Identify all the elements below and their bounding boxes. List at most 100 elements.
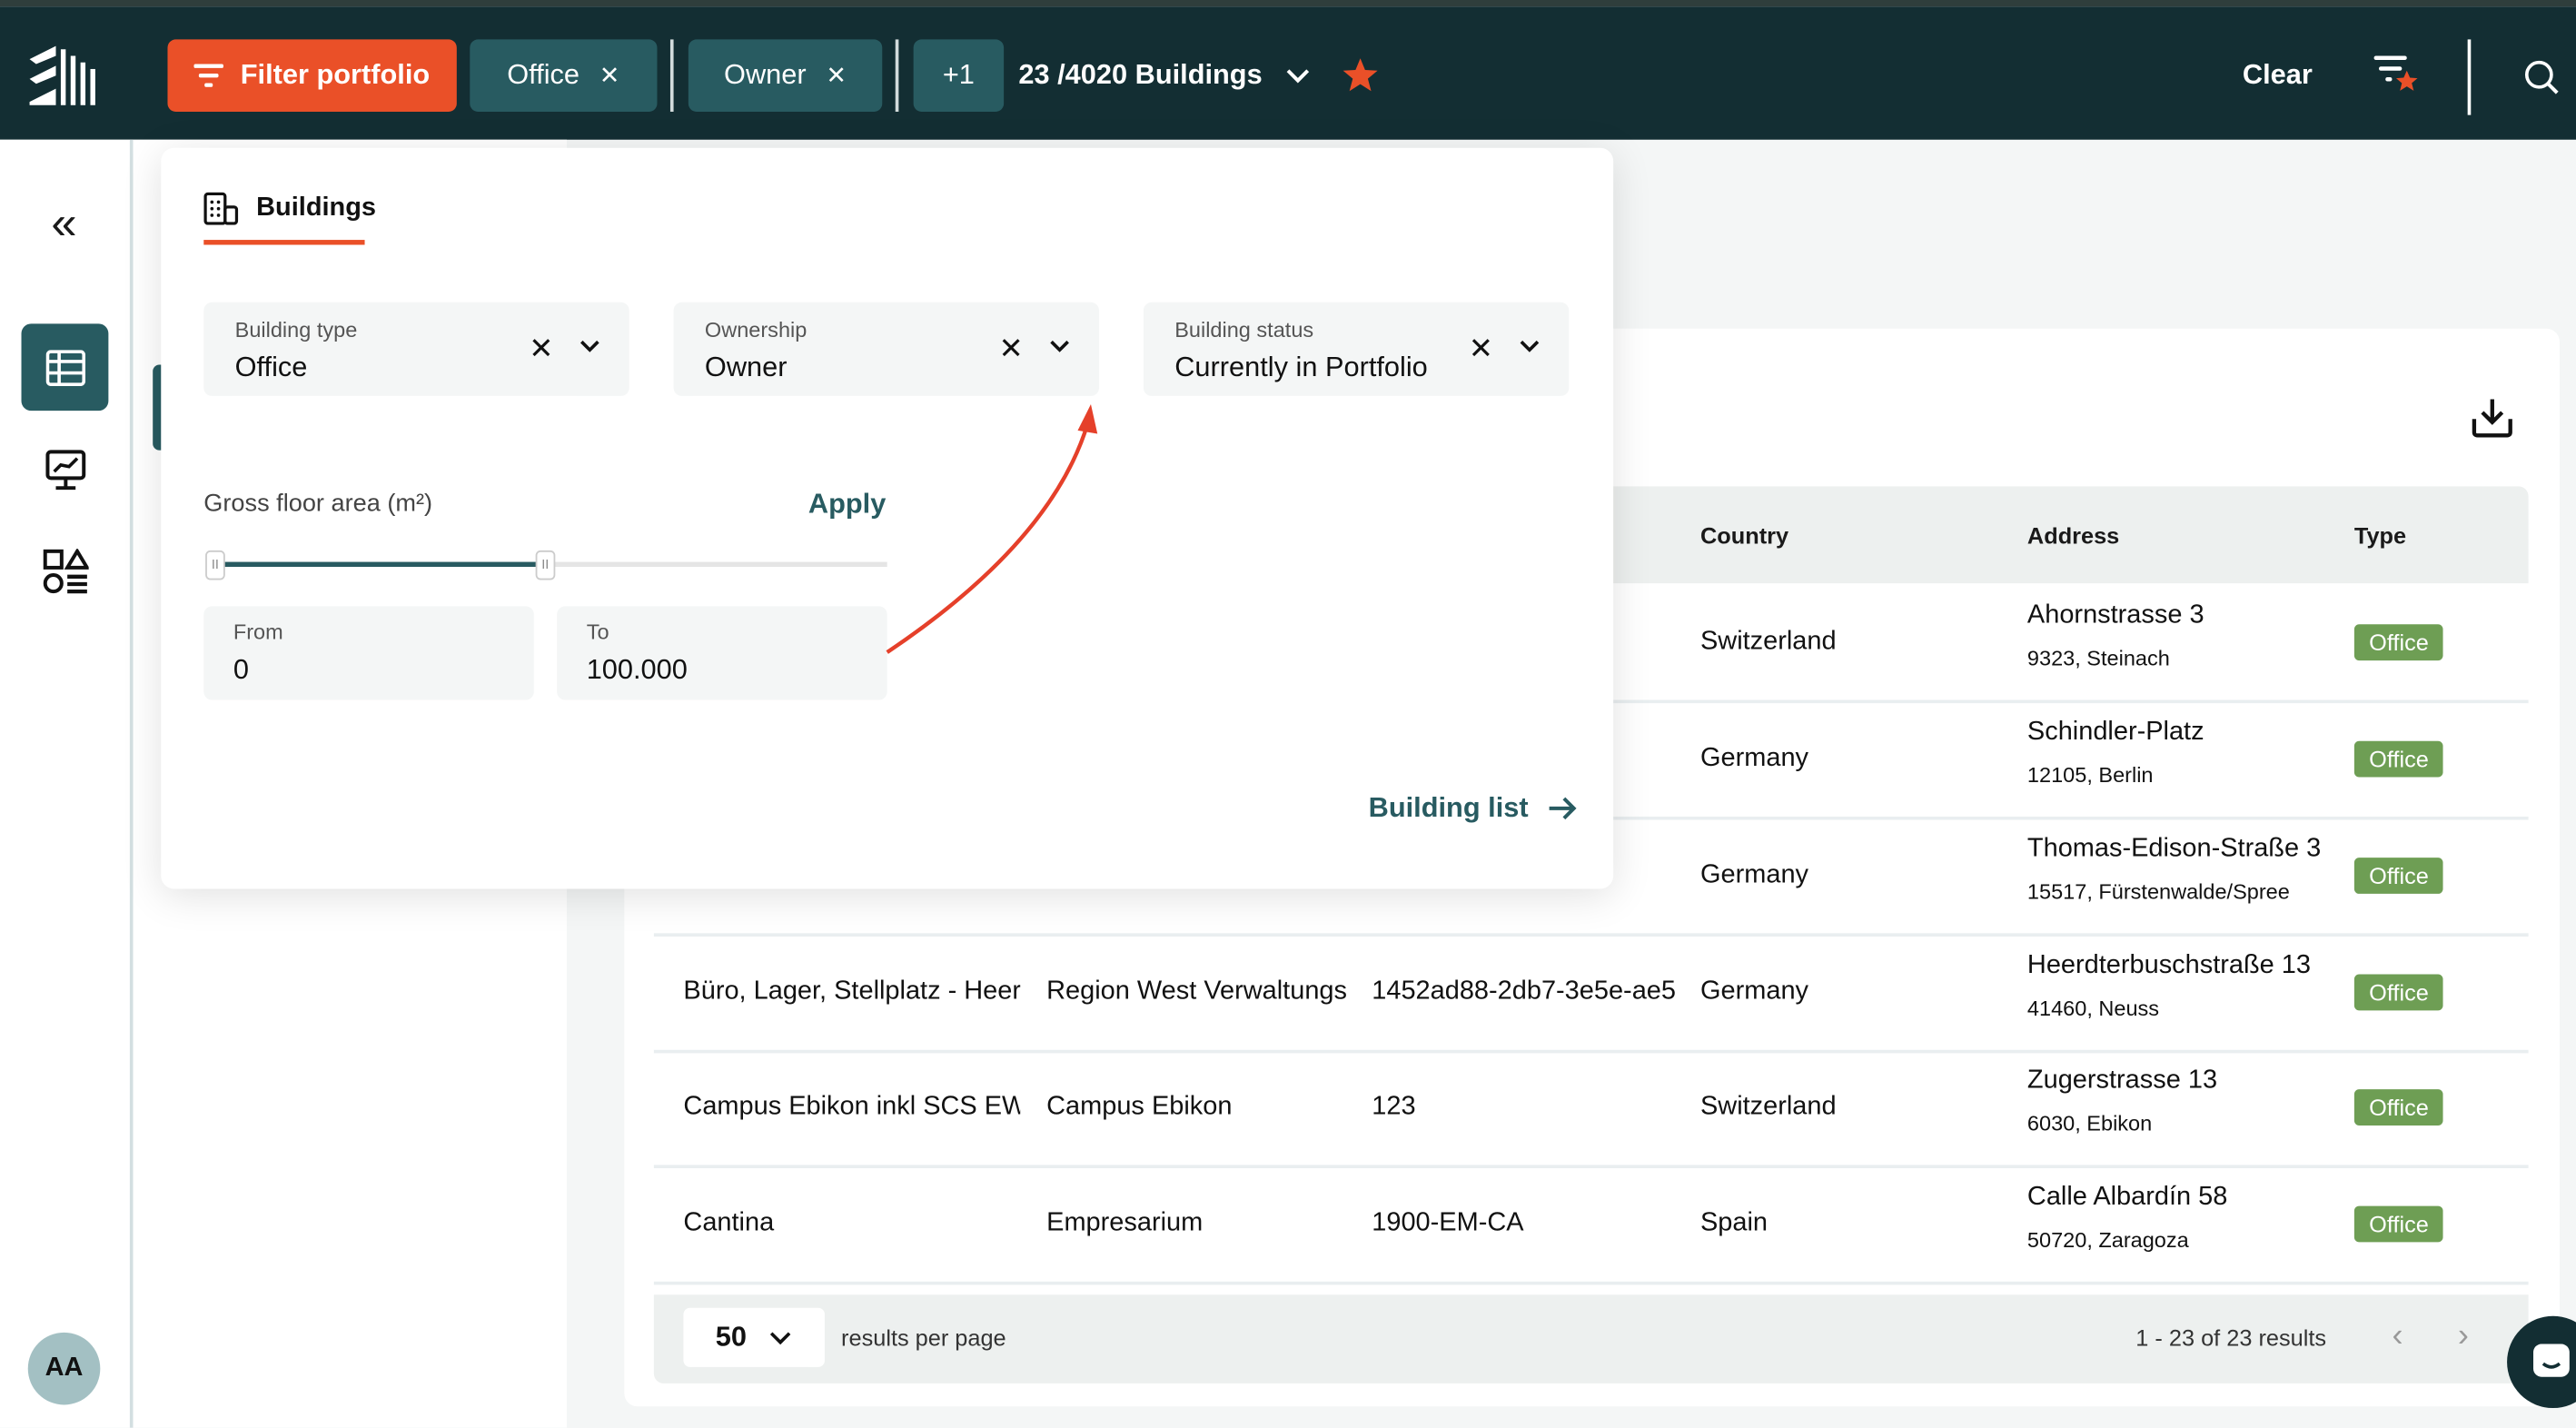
more-filters-chip[interactable]: +1: [913, 39, 1005, 112]
gfa-to-input[interactable]: To 100.000: [557, 606, 887, 700]
select-label: Ownership: [704, 317, 807, 342]
cell-address: Heerdterbuschstraße 13 41460, Neuss: [2027, 951, 2311, 1020]
cell-building-id: 123: [1372, 1092, 1416, 1121]
chevron-down-icon[interactable]: [1518, 335, 1541, 358]
column-header-address[interactable]: Address: [2027, 522, 2119, 549]
clear-selection-icon[interactable]: ✕: [529, 332, 553, 366]
type-badge: Office: [2353, 740, 2444, 778]
cell-building-id: 1452ad88-2db7-3e5e-ae5: [1372, 977, 1676, 1006]
slider-handle-max[interactable]: II: [535, 550, 556, 580]
filter-portfolio-label: Filter portfolio: [240, 59, 431, 91]
results-per-page-select[interactable]: 50: [683, 1307, 825, 1367]
input-label: From: [233, 619, 283, 645]
app-root: Filter portfolio Office ✕ Owner ✕ +1 23 …: [0, 0, 2576, 1428]
address-city: 41460, Neuss: [2026, 996, 2160, 1021]
table-row[interactable]: Cantina Empresarium 1900-EM-CA Spain Calle A…: [653, 1166, 2529, 1285]
cell-country: Germany: [1700, 977, 1809, 1006]
building-status-select[interactable]: Building status Currently in Portfolio ✕: [1143, 302, 1570, 396]
chat-icon: [2533, 1344, 2570, 1377]
collapse-sidebar-icon[interactable]: «: [43, 200, 85, 246]
type-badge: Office: [2353, 1089, 2444, 1126]
select-value: Office: [234, 352, 308, 383]
chip-label: Owner: [724, 59, 807, 91]
table-row[interactable]: Campus Ebikon inkl SCS EWG Campus Ebikon 1…: [653, 1050, 2529, 1168]
filter-icon: [194, 64, 224, 87]
arrow-right-icon: [1550, 797, 1578, 820]
ownership-select[interactable]: Ownership Owner ✕: [673, 302, 1100, 396]
table-footer: 50 results per page 1 - 23 of 23 results…: [653, 1294, 2529, 1383]
cell-building-id: 1900-EM-CA: [1372, 1209, 1524, 1237]
chip-label: Office: [507, 59, 580, 91]
clear-selection-icon[interactable]: ✕: [999, 332, 1024, 366]
table-icon: [45, 349, 85, 386]
active-tab-indicator: [203, 240, 365, 245]
cell-country: Germany: [1700, 744, 1809, 773]
sidebar: « AA: [0, 139, 134, 1428]
building-count-dropdown[interactable]: 23 /4020 Buildings: [1018, 39, 1312, 112]
select-label: Building status: [1174, 317, 1314, 342]
table-row[interactable]: Büro, Lager, Stellplatz - Heer Region Wes…: [653, 935, 2529, 1054]
cell-country: Switzerland: [1700, 627, 1837, 656]
favorite-star-icon[interactable]: [1341, 55, 1380, 94]
chevron-down-icon: [1287, 69, 1310, 84]
type-badge: Office: [2353, 858, 2444, 894]
chevron-down-icon[interactable]: [579, 335, 601, 358]
address-city: 15517, Fürstenwalde/Spree: [2026, 878, 2290, 904]
chevron-down-icon[interactable]: [1048, 335, 1071, 358]
search-icon[interactable]: [2523, 59, 2560, 95]
sidebar-item-categories[interactable]: [22, 528, 109, 615]
address-city: 9323, Steinach: [2026, 645, 2170, 670]
address-street: Thomas-Edison-Straße 3: [2026, 834, 2322, 863]
download-icon[interactable]: [2471, 396, 2513, 439]
address-street: Ahornstrasse 3: [2026, 600, 2204, 630]
results-range: 1 - 23 of 23 results: [2135, 1324, 2327, 1351]
close-icon[interactable]: ✕: [599, 61, 620, 91]
address-city: 12105, Berlin: [2026, 762, 2154, 788]
filter-chip-office[interactable]: Office ✕: [470, 39, 658, 112]
per-page-value: 50: [715, 1321, 747, 1353]
cell-address: Zugerstrasse 13 6030, Ebikon: [2027, 1066, 2217, 1135]
chevron-down-icon: [770, 1331, 792, 1344]
building-count-label: 23 /4020 Buildings: [1018, 59, 1263, 91]
cell-building-name: Campus Ebikon inkl SCS EWG: [683, 1092, 1021, 1121]
cell-portfolio: Empresarium: [1046, 1209, 1204, 1237]
cell-country: Spain: [1700, 1209, 1769, 1237]
previous-page-button[interactable]: ‹: [2392, 1318, 2403, 1356]
filter-chip-owner[interactable]: Owner ✕: [688, 39, 883, 112]
address-street: Calle Albardín 58: [2026, 1183, 2228, 1212]
address-city: 6030, Ebikon: [2026, 1110, 2153, 1135]
sidebar-item-table[interactable]: [21, 323, 109, 412]
cell-address: Ahornstrasse 3 9323, Steinach: [2027, 601, 2204, 670]
slider-handle-min[interactable]: II: [205, 550, 225, 580]
select-value: Owner: [704, 352, 788, 383]
cell-building-name: Cantina: [683, 1209, 775, 1237]
sidebar-item-analytics[interactable]: [22, 425, 109, 512]
building-type-select[interactable]: Building type Office ✕: [203, 302, 629, 396]
input-value: 0: [233, 653, 249, 686]
column-header-country[interactable]: Country: [1700, 522, 1788, 549]
filter-portfolio-button[interactable]: Filter portfolio: [167, 39, 457, 112]
building-icon: [203, 192, 239, 225]
chip-label: +1: [942, 59, 975, 91]
cell-portfolio: Campus Ebikon: [1046, 1092, 1233, 1121]
tab-label: Buildings: [256, 193, 376, 223]
saved-filters-icon[interactable]: [2373, 53, 2422, 99]
clear-selection-icon[interactable]: ✕: [1469, 332, 1493, 366]
gross-floor-area-label: Gross floor area (m²): [203, 489, 433, 518]
address-city: 50720, Zaragoza: [2026, 1227, 2189, 1253]
gfa-from-input[interactable]: From 0: [203, 606, 534, 700]
cell-address: Thomas-Edison-Straße 3 15517, Fürstenwald…: [2027, 835, 2321, 904]
select-label: Building type: [234, 317, 358, 342]
close-icon[interactable]: ✕: [826, 61, 847, 91]
tab-buildings[interactable]: Buildings: [203, 174, 376, 243]
input-label: To: [586, 619, 609, 645]
column-header-type[interactable]: Type: [2354, 522, 2406, 549]
app-logo-icon[interactable]: [26, 43, 99, 108]
building-list-link[interactable]: Building list: [1369, 792, 1578, 825]
clear-button[interactable]: Clear: [2243, 39, 2313, 112]
next-page-button[interactable]: ›: [2458, 1318, 2469, 1356]
type-badge: Office: [2353, 1205, 2444, 1243]
cell-portfolio: Region West Verwaltungs: [1046, 977, 1347, 1006]
apply-button[interactable]: Apply: [808, 488, 886, 521]
user-avatar[interactable]: AA: [27, 1332, 101, 1405]
